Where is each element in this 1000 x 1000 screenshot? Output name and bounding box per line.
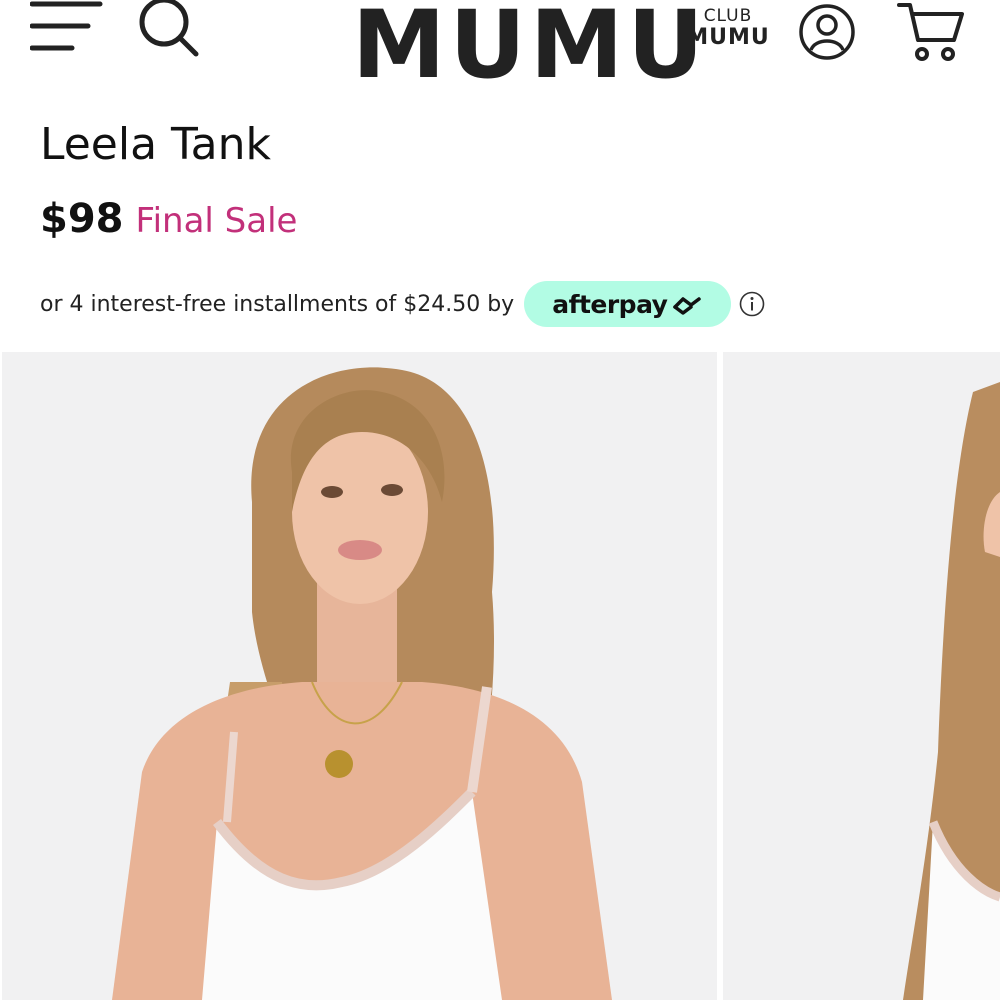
cart-icon[interactable] — [896, 0, 966, 64]
club-label: CLUB — [703, 6, 753, 26]
club-mumu-link[interactable]: CLUB MUMU — [684, 6, 772, 50]
search-icon[interactable] — [136, 0, 200, 58]
afterpay-arrows-icon — [673, 297, 702, 315]
price-row: $98 Final Sale — [40, 196, 297, 252]
account-icon[interactable] — [797, 2, 857, 62]
afterpay-badge[interactable]: afterpay — [524, 281, 732, 327]
product-photo-side[interactable] — [723, 352, 1000, 1000]
model-illustration — [2, 352, 717, 1000]
product-price: $98 — [40, 196, 124, 242]
site-logo[interactable]: MUMU — [352, 0, 704, 93]
final-sale-label: Final Sale — [135, 201, 298, 241]
installment-text: or 4 interest-free installments of $24.5… — [40, 291, 515, 317]
afterpay-wordmark: afterpay — [552, 289, 668, 319]
product-title: Leela Tank — [40, 119, 271, 170]
model-illustration-secondary — [723, 352, 1000, 1000]
product-photo-front[interactable] — [2, 352, 717, 1000]
info-icon[interactable] — [739, 291, 765, 317]
afterpay-row: or 4 interest-free installments of $24.5… — [40, 280, 765, 328]
site-header: MUMU CLUB MUMU — [0, 0, 1000, 110]
product-gallery — [0, 352, 1000, 1000]
club-brand: MUMU — [686, 25, 770, 50]
menu-icon[interactable] — [30, 0, 104, 54]
